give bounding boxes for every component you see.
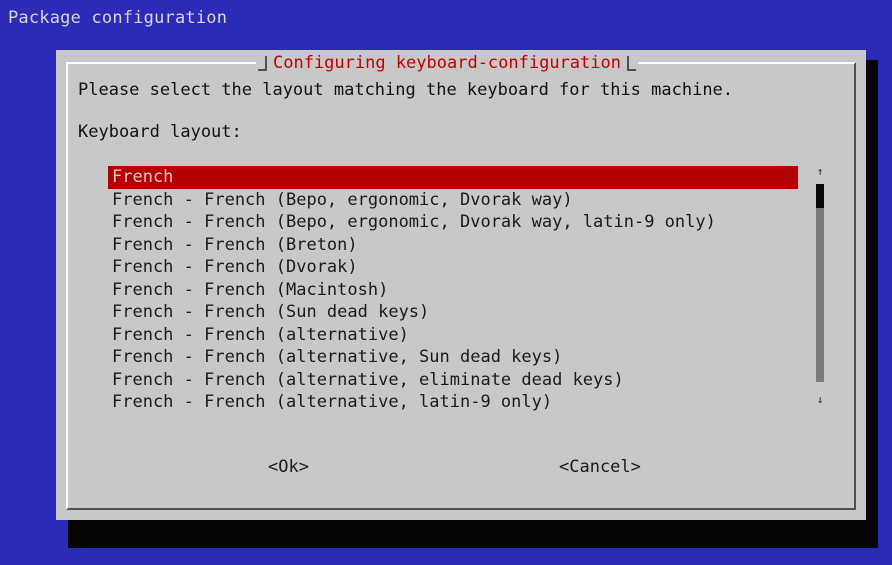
scroll-up-arrow-icon[interactable]: ↑ (813, 166, 827, 178)
ok-button[interactable]: <Ok> (268, 455, 309, 479)
list-item[interactable]: French - French (Bepo, ergonomic, Dvorak… (108, 211, 798, 234)
list-item[interactable]: French - French (Dvorak) (108, 256, 798, 279)
dialog-title-bar: Configuring keyboard-configuration (256, 52, 638, 74)
title-left-bracket (258, 55, 267, 71)
list-scrollbar[interactable]: ↑ ↓ (813, 166, 827, 406)
list-item[interactable]: French - French (Bepo, ergonomic, Dvorak… (108, 189, 798, 212)
list-item[interactable]: French - French (Macintosh) (108, 279, 798, 302)
list-item[interactable]: French - French (alternative) (108, 324, 798, 347)
cancel-button[interactable]: <Cancel> (559, 455, 641, 479)
list-item[interactable]: French - French (Breton) (108, 234, 798, 257)
list-item[interactable]: French - French (alternative, eliminate … (108, 369, 798, 392)
keyboard-layout-label: Keyboard layout: (78, 122, 242, 142)
scroll-down-arrow-icon[interactable]: ↓ (813, 394, 827, 406)
keyboard-layout-list[interactable]: French French - French (Bepo, ergonomic,… (108, 166, 798, 412)
scrollbar-track[interactable] (816, 184, 824, 382)
list-item[interactable]: French (108, 166, 798, 189)
dialog-title: Configuring keyboard-configuration (273, 53, 621, 73)
prompt-text: Please select the layout matching the ke… (78, 80, 734, 100)
list-item[interactable]: French - French (alternative, Sun dead k… (108, 346, 798, 369)
scrollbar-thumb[interactable] (816, 184, 824, 208)
screen-title: Package configuration (8, 8, 228, 28)
list-item[interactable]: French - French (alternative, latin-9 on… (108, 391, 798, 414)
configuration-dialog: Configuring keyboard-configuration Pleas… (56, 50, 866, 520)
dialog-buttons: <Ok> <Cancel> (56, 455, 866, 479)
list-item[interactable]: French - French (Sun dead keys) (108, 301, 798, 324)
title-right-bracket (627, 55, 636, 71)
